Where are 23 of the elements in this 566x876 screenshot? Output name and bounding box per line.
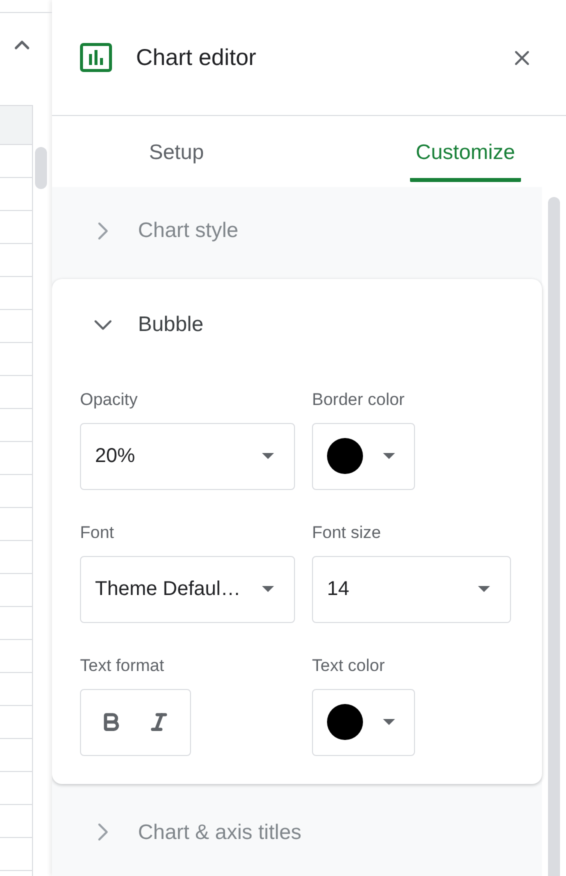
tab[interactable]: Setup	[143, 136, 210, 182]
scrollbar-thumb[interactable]	[548, 197, 560, 876]
field-label: Text color	[312, 656, 385, 674]
scrollbar-thumb[interactable]	[35, 147, 47, 189]
field-label: Text format	[80, 656, 164, 674]
color-picker[interactable]	[312, 422, 415, 490]
field-label: Opacity	[80, 390, 138, 408]
chart-icon	[80, 43, 112, 72]
color-picker[interactable]	[312, 688, 415, 756]
dropdown-arrow-icon	[383, 453, 395, 460]
field-label: Font	[80, 524, 114, 541]
dropdown[interactable]: 14	[312, 556, 511, 623]
section-header[interactable]: Bubble	[88, 309, 522, 341]
field-label: Border color	[312, 390, 405, 408]
dropdown-arrow-icon	[262, 586, 274, 592]
dropdown[interactable]: Theme Defaul…	[80, 556, 295, 623]
dropdown-arrow-icon	[478, 586, 490, 592]
dropdown-arrow-icon	[383, 719, 395, 726]
dropdown[interactable]: 20%	[80, 422, 295, 490]
italic-icon	[148, 711, 170, 734]
panel-title: Chart editor	[136, 43, 258, 72]
field-label: Font size	[312, 524, 381, 541]
dropdown-arrow-icon	[262, 453, 274, 460]
